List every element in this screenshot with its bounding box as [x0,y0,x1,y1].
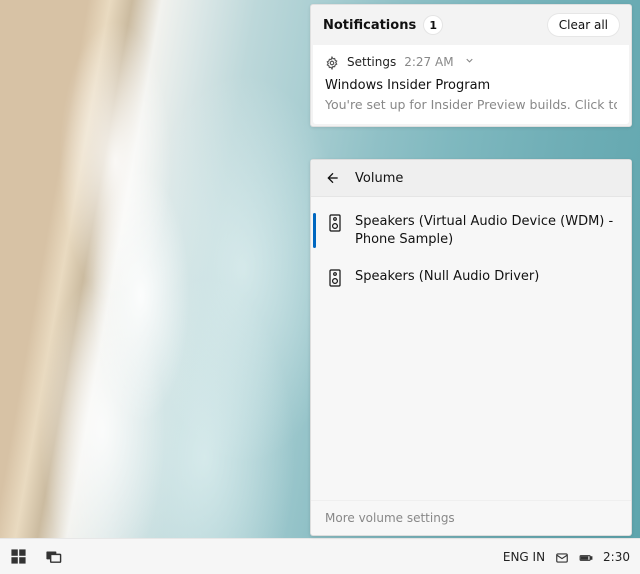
volume-device-label: Speakers (Virtual Audio Device (WDM) - P… [355,213,617,248]
notifications-header: Notifications 1 Clear all [311,5,631,45]
notification-body: You're set up for Insider Preview builds… [325,97,617,112]
clear-all-button[interactable]: Clear all [548,14,619,36]
volume-title: Volume [355,171,403,186]
notifications-count-badge: 1 [424,16,442,34]
volume-device-list: Speakers (Virtual Audio Device (WDM) - P… [311,197,631,500]
speaker-icon [329,214,341,232]
taskbar: ENG IN 2:30 [0,538,640,574]
notifications-title: Notifications [323,18,416,33]
volume-device-item[interactable]: Speakers (Virtual Audio Device (WDM) - P… [311,203,631,258]
notification-source: Settings [347,55,396,69]
task-view-icon[interactable] [45,548,62,565]
taskbar-clock[interactable]: 2:30 [603,550,630,564]
notifications-panel: Notifications 1 Clear all Settings 2:27 … [310,4,632,127]
volume-panel: Volume Speakers (Virtual Audio Device (W… [310,159,632,536]
settings-icon [325,55,339,69]
chevron-down-icon[interactable] [464,55,475,69]
volume-header: Volume [311,160,631,197]
tray-battery-icon[interactable] [579,550,593,564]
desktop-wallpaper: Notifications 1 Clear all Settings 2:27 … [0,0,640,538]
more-volume-settings-link[interactable]: More volume settings [311,500,631,535]
notification-time: 2:27 AM [404,55,453,69]
speaker-icon [329,269,341,287]
back-arrow-icon[interactable] [325,170,341,186]
tray-mail-icon[interactable] [555,550,569,564]
notification-source-row: Settings 2:27 AM [325,55,617,69]
notification-title: Windows Insider Program [325,78,617,93]
notification-card[interactable]: Settings 2:27 AM Windows Insider Program… [313,45,629,124]
taskbar-tray: ENG IN 2:30 [503,550,630,564]
taskbar-left [10,548,62,565]
language-indicator[interactable]: ENG IN [503,550,545,564]
volume-device-item[interactable]: Speakers (Null Audio Driver) [311,258,631,297]
start-button-icon[interactable] [10,548,27,565]
volume-device-label: Speakers (Null Audio Driver) [355,268,539,287]
